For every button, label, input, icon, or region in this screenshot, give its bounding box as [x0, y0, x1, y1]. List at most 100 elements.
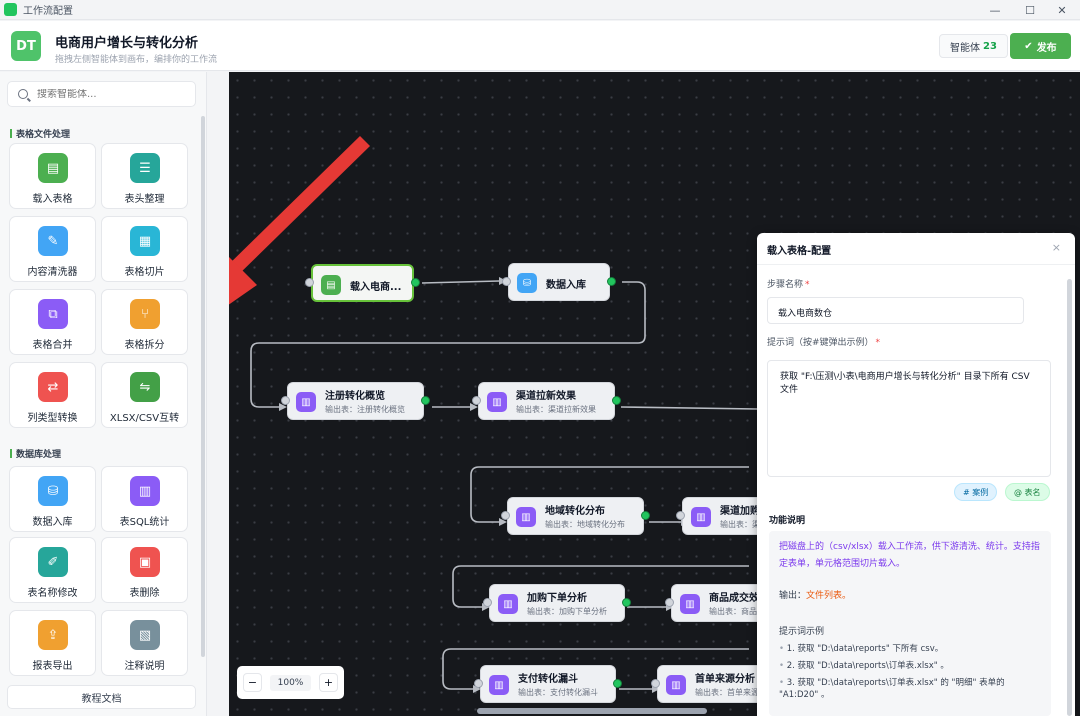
tool-card[interactable]: ⑂ 表格拆分: [101, 289, 188, 355]
output-value: 文件列表。: [806, 591, 852, 601]
output-port[interactable]: [411, 278, 420, 287]
workflow-node[interactable]: ▥ 注册转化概览 输出表：注册转化概览: [287, 382, 424, 420]
tool-card[interactable]: ▦ 表格切片: [101, 216, 188, 282]
publish-button[interactable]: ✔ 发布: [1010, 33, 1071, 59]
tool-card[interactable]: ⛁ 数据入库: [9, 466, 96, 532]
zoom-in-button[interactable]: +: [318, 673, 338, 692]
workflow-node[interactable]: ▥ 渠道拉新效果 输出表：渠道拉新效果: [478, 382, 615, 420]
chart-icon: ▥: [296, 392, 316, 412]
tool-label: 列类型转换: [27, 413, 78, 424]
window-titlebar: 工作流配置 — ☐ ✕: [0, 0, 1080, 20]
input-port[interactable]: [502, 277, 511, 286]
tool-card[interactable]: ⇪ 报表导出: [9, 610, 96, 676]
check-icon: ✔: [1024, 40, 1033, 52]
tool-card[interactable]: ✎ 内容清洗器: [9, 216, 96, 282]
workflow-node[interactable]: ▥ 地域转化分布 输出表：地域转化分布: [507, 497, 644, 535]
tool-card[interactable]: ✐ 表名称修改: [9, 537, 96, 603]
chart-icon: ▥: [680, 594, 700, 614]
tool-card[interactable]: ▤ 载入表格: [9, 143, 96, 209]
grid-icon: ▦: [130, 226, 160, 256]
output-port[interactable]: [607, 277, 616, 286]
panel-header: 载入表格-配置 ×: [757, 233, 1075, 265]
node-title: 首单来源分析: [695, 674, 755, 685]
node-subtitle: 输出表：加购下单分析: [527, 607, 607, 616]
case-chip-button[interactable]: # 案例: [954, 483, 998, 501]
tool-label: 表删除: [129, 588, 160, 599]
close-window-icon[interactable]: ✕: [1042, 0, 1080, 20]
prompt-textarea[interactable]: 获取 "F:\压测\小表\电商用户增长与转化分析" 目录下所有 CSV 文件: [767, 360, 1051, 477]
chart-icon: ▥: [130, 476, 160, 506]
database-icon: ⛁: [517, 273, 537, 293]
panel-scrollbar[interactable]: [1067, 279, 1072, 716]
output-port[interactable]: [421, 396, 430, 405]
input-port[interactable]: [665, 598, 674, 607]
split-icon: ⑂: [130, 299, 160, 329]
step-name-input[interactable]: 载入电商数仓: [767, 297, 1024, 324]
agent-sidebar: 表格文件处理 数据库处理 ▤ 载入表格 ☰ 表头整理 ✎ 内容清洗器 ▦ 表格切片 ⧉ 表格合并 ⑂…: [0, 72, 207, 716]
zoom-out-button[interactable]: −: [243, 673, 262, 692]
app-header: DT 电商用户增长与转化分析 拖拽左侧智能体到画布，编排你的工作流 智能体 23…: [0, 21, 1080, 71]
tool-card[interactable]: ▧ 注释说明: [101, 610, 188, 676]
input-port[interactable]: [483, 598, 492, 607]
search-input[interactable]: [37, 88, 187, 100]
tool-card[interactable]: ⧉ 表格合并: [9, 289, 96, 355]
output-port[interactable]: [622, 598, 631, 607]
close-icon[interactable]: ×: [1052, 241, 1061, 254]
example-item: 3. 获取 "D:\data\reports\订单表.xlsx" 的 "明细" …: [779, 677, 1043, 702]
input-port[interactable]: [474, 679, 483, 688]
minimize-icon[interactable]: —: [975, 0, 1015, 20]
docs-button[interactable]: 教程文档: [7, 685, 196, 709]
tool-label: 表头整理: [124, 194, 165, 205]
tool-label: 表格切片: [124, 267, 165, 278]
window-title: 工作流配置: [23, 6, 73, 17]
node-subtitle: 输出表：注册转化概览: [325, 405, 405, 414]
input-port[interactable]: [305, 278, 314, 287]
tool-card[interactable]: ⇄ 列类型转换: [9, 362, 96, 428]
tool-card[interactable]: ☰ 表头整理: [101, 143, 188, 209]
workflow-node[interactable]: ▤ 载入电商...: [311, 264, 414, 302]
node-subtitle: 输出表：渠: [720, 520, 760, 529]
panel-title: 载入表格-配置: [767, 246, 832, 257]
sidebar-scrollbar[interactable]: [201, 116, 205, 657]
input-port[interactable]: [281, 396, 290, 405]
prompt-label-text: 提示词（按#键弹出示例）: [767, 338, 874, 348]
wire-arrowheads: [279, 277, 689, 693]
zoom-level: 100%: [269, 674, 312, 691]
chart-icon: ▥: [666, 675, 686, 695]
app-icon: [4, 3, 17, 16]
table-header-icon: ☰: [130, 153, 160, 183]
output-port[interactable]: [612, 396, 621, 405]
input-port[interactable]: [676, 511, 685, 520]
node-subtitle: 输出表：首单来源: [695, 688, 759, 697]
tool-card[interactable]: ▣ 表删除: [101, 537, 188, 603]
agent-count-value: 23: [983, 40, 997, 52]
wire-n1-n2: [421, 280, 500, 284]
output-label: 输出：: [779, 591, 807, 601]
canvas-horizontal-scrollbar[interactable]: [477, 708, 707, 714]
tool-card[interactable]: ▥ 表SQL统计: [101, 466, 188, 532]
node-subtitle: 输出表：地域转化分布: [545, 520, 625, 529]
workflow-node[interactable]: ⛁ 数据入库: [508, 263, 610, 301]
tool-card[interactable]: ⇋ XLSX/CSV互转: [101, 362, 188, 428]
workflow-subtitle: 拖拽左侧智能体到画布，编排你的工作流: [55, 55, 218, 65]
workflow-node[interactable]: ▥ 支付转化漏斗 输出表：支付转化漏斗: [480, 665, 616, 703]
input-port[interactable]: [651, 679, 660, 688]
zoom-controls: − 100% +: [237, 666, 344, 699]
chart-icon: ▥: [498, 594, 518, 614]
input-port[interactable]: [472, 396, 481, 405]
node-title: 商品成交效: [709, 593, 759, 604]
chart-icon: ▥: [516, 507, 536, 527]
table-name-chip-button[interactable]: @ 表名: [1005, 483, 1050, 501]
input-port[interactable]: [501, 511, 510, 520]
function-description-box: 把磁盘上的（csv/xlsx）载入工作流，供下游清洗、统计。支持指定表单，单元格…: [769, 531, 1051, 716]
search-box[interactable]: [7, 81, 196, 107]
merge-icon: ⧉: [38, 299, 68, 329]
agent-count-badge: 智能体 23: [939, 34, 1008, 58]
output-port[interactable]: [613, 679, 622, 688]
output-port[interactable]: [641, 511, 650, 520]
step-name-label: 步骤名称 *: [767, 277, 810, 290]
delete-table-icon: ▣: [130, 547, 160, 577]
node-title: 载入电商...: [350, 282, 402, 293]
examples-title: 提示词示例: [779, 627, 825, 637]
workflow-node[interactable]: ▥ 加购下单分析 输出表：加购下单分析: [489, 584, 625, 622]
